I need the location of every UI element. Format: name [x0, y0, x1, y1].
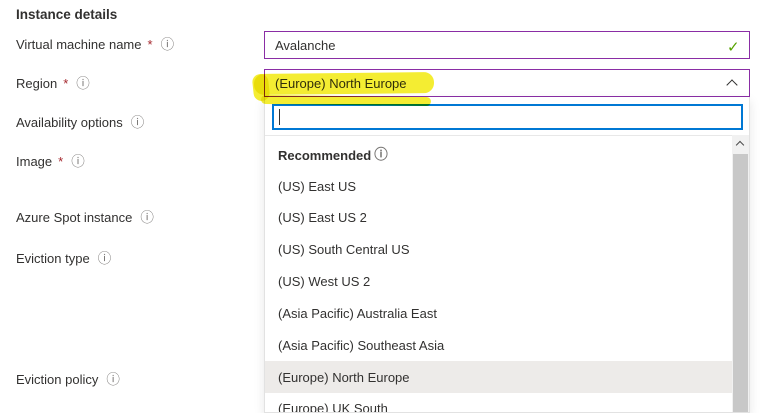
info-icon[interactable]: ⓘ — [106, 373, 120, 387]
scrollbar-track[interactable] — [732, 135, 749, 413]
availability-options-label-row: Availability options ⓘ — [16, 115, 144, 130]
eviction-policy-label-row: Eviction policy ⓘ — [16, 372, 120, 387]
region-option-north-europe-selected[interactable]: (Europe) North Europe — [265, 361, 732, 393]
region-option-east-us[interactable]: (US) East US — [265, 171, 732, 202]
info-icon[interactable]: ⓘ — [140, 211, 154, 225]
divider — [265, 135, 749, 136]
azure-spot-label-row: Azure Spot instance ⓘ — [16, 210, 154, 225]
image-label-row: Image * ⓘ — [16, 154, 85, 169]
azure-spot-label: Azure Spot instance — [16, 210, 132, 225]
info-icon[interactable]: ⓘ — [71, 155, 85, 169]
region-dropdown-panel: Recommended ⓘ (US) East US (US) East US … — [264, 97, 750, 413]
region-combobox-value: (Europe) North Europe — [275, 76, 407, 91]
eviction-type-label: Eviction type — [16, 251, 90, 266]
region-combobox[interactable]: (Europe) North Europe — [264, 69, 750, 97]
region-search-input[interactable] — [272, 104, 743, 130]
required-marker: * — [63, 76, 68, 91]
chevron-up-icon — [726, 79, 737, 90]
dropdown-group-header: Recommended ⓘ — [265, 140, 732, 170]
instance-details-form: Instance details Virtual machine name * ⓘ… — [0, 0, 769, 413]
region-option-uk-south[interactable]: (Europe) UK South — [265, 393, 732, 413]
image-label: Image — [16, 154, 52, 169]
vm-name-label: Virtual machine name — [16, 37, 142, 52]
required-marker: * — [58, 154, 63, 169]
info-icon[interactable]: ⓘ — [161, 38, 175, 52]
region-option-southeast-asia[interactable]: (Asia Pacific) Southeast Asia — [265, 330, 732, 361]
region-label-row: Region * ⓘ — [16, 76, 90, 91]
vm-name-input[interactable] — [264, 31, 750, 59]
info-icon[interactable]: ⓘ — [98, 252, 112, 266]
group-header-label: Recommended — [278, 148, 371, 163]
availability-options-label: Availability options — [16, 115, 123, 130]
section-title: Instance details — [16, 7, 117, 22]
eviction-type-label-row: Eviction type ⓘ — [16, 251, 111, 266]
scrollbar-up-button[interactable] — [732, 135, 749, 152]
region-option-australia-east[interactable]: (Asia Pacific) Australia East — [265, 298, 732, 329]
info-icon[interactable]: ⓘ — [76, 77, 90, 91]
region-option-south-central-us[interactable]: (US) South Central US — [265, 234, 732, 265]
region-label: Region — [16, 76, 57, 91]
region-option-east-us-2[interactable]: (US) East US 2 — [265, 202, 732, 233]
info-icon[interactable]: ⓘ — [131, 116, 145, 130]
chevron-up-icon — [736, 141, 744, 149]
scrollbar-thumb[interactable] — [733, 154, 748, 413]
info-icon[interactable]: ⓘ — [374, 148, 388, 162]
region-option-west-us-2[interactable]: (US) West US 2 — [265, 266, 732, 297]
eviction-policy-label: Eviction policy — [16, 372, 98, 387]
vm-name-label-row: Virtual machine name * ⓘ — [16, 37, 174, 52]
required-marker: * — [148, 37, 153, 52]
